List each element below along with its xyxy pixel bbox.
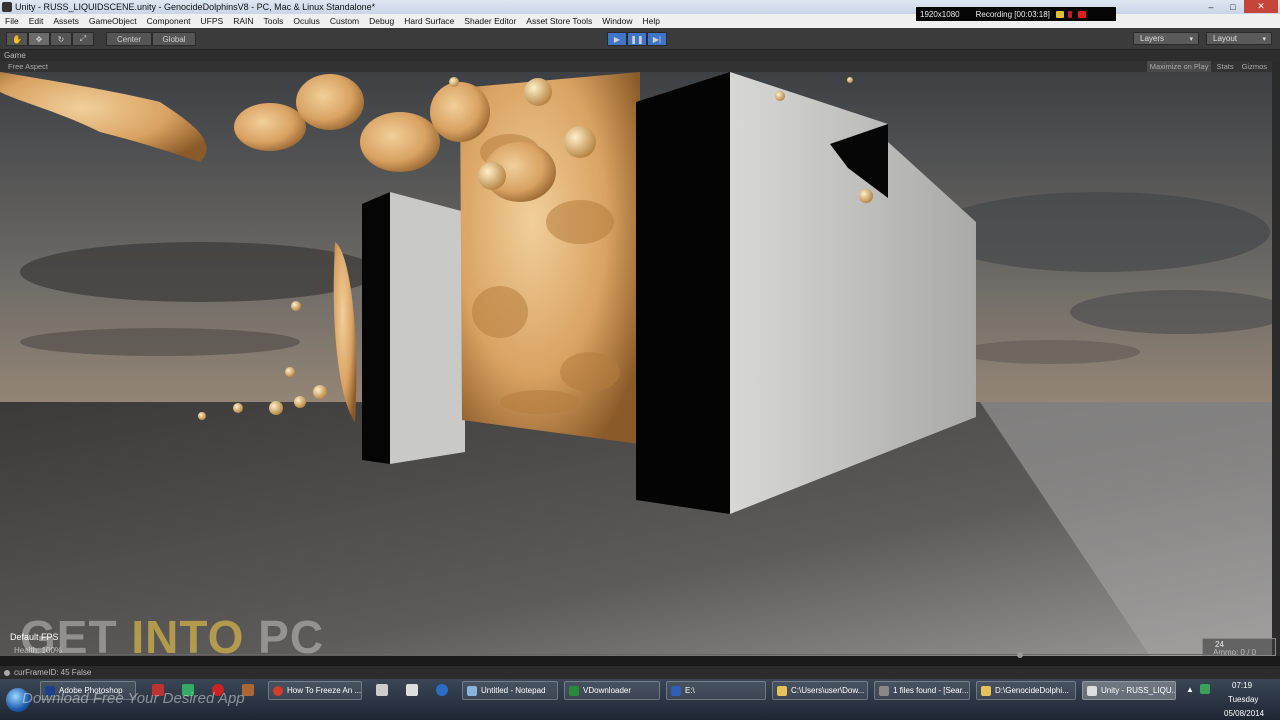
maximize-on-play-toggle[interactable]: Maximize on Play (1146, 61, 1212, 72)
taskbar-button-unity[interactable]: Unity - RUSS_LIQU... (1082, 681, 1176, 700)
move-tool-icon[interactable]: ✥ (28, 32, 50, 46)
taskbar-button-explorer-genocide[interactable]: D:\GenocideDolphi... (976, 681, 1076, 700)
chevron-down-icon: ▾ (1262, 35, 1266, 43)
menu-tools[interactable]: Tools (259, 16, 289, 26)
system-tray: ▲ 07:19 Tuesday 05/08/2014 (1180, 679, 1280, 720)
chrome-icon (273, 685, 283, 696)
notepad-icon (467, 685, 477, 696)
status-bar: curFrameID: 45 False (0, 666, 1280, 679)
game-tab-strip: Game (0, 50, 1280, 61)
recorder-status: Recording [00:03:18] (975, 9, 1050, 19)
taskbar-button-search[interactable]: 1 files found - [Sear... (874, 681, 970, 700)
tab-game[interactable]: Game (4, 51, 26, 60)
show-hidden-icons-icon[interactable]: ▲ (1186, 685, 1194, 694)
window-title: Unity - RUSS_LIQUIDSCENE.unity - Genocid… (15, 2, 376, 12)
layers-dropdown[interactable]: Layers ▾ (1133, 32, 1199, 45)
watermark-tagline: Download Free Your Desired App (22, 690, 245, 707)
menu-shader-editor[interactable]: Shader Editor (459, 16, 521, 26)
search-icon (879, 685, 889, 696)
step-icon[interactable]: ▶| (647, 32, 667, 46)
game-viewport[interactable] (0, 72, 1272, 656)
rotate-tool-icon[interactable]: ↻ (50, 32, 72, 46)
chevron-down-icon: ▾ (1189, 35, 1193, 43)
play-controls: ▶ ❚❚ ▶| (607, 32, 667, 46)
game-scene (0, 72, 1272, 656)
taskbar-button-vdownloader[interactable]: VDownloader (564, 681, 660, 700)
window-controls: – □ ✕ (1200, 0, 1278, 14)
menu-edit[interactable]: Edit (24, 16, 49, 26)
game-view-options: Free Aspect Maximize on Play Stats Gizmo… (0, 61, 1280, 72)
layout-label: Layout (1213, 34, 1238, 43)
vdownloader-icon (569, 685, 579, 696)
clock-date[interactable]: 05/08/2014 (1224, 709, 1264, 718)
menu-asset-store-tools[interactable]: Asset Store Tools (521, 16, 597, 26)
camera-icon[interactable] (1055, 10, 1064, 18)
unity-icon (2, 2, 12, 12)
status-message[interactable]: curFrameID: 45 False (14, 668, 91, 677)
menu-gameobject[interactable]: GameObject (84, 16, 142, 26)
pivot-global-button[interactable]: Global (152, 32, 196, 46)
stats-toggle[interactable]: Stats (1213, 61, 1236, 72)
folder-icon (981, 685, 991, 696)
game-view-scrollbar[interactable] (1272, 61, 1280, 656)
aspect-dropdown[interactable]: Free Aspect (8, 62, 48, 71)
pivot-tools: Center Global (106, 32, 196, 46)
taskbar-button-explorer-downloads[interactable]: C:\Users\user\Dow... (772, 681, 868, 700)
play-icon[interactable]: ▶ (607, 32, 627, 46)
menu-hard-surface[interactable]: Hard Surface (399, 16, 459, 26)
taskbar-button-chrome[interactable]: How To Freeze An ... (268, 681, 362, 700)
pivot-center-button[interactable]: Center (106, 32, 152, 46)
layout-dropdown[interactable]: Layout ▾ (1206, 32, 1272, 45)
menu-oculus[interactable]: Oculus (288, 16, 324, 26)
clock-day[interactable]: Tuesday (1228, 695, 1258, 704)
watermark-logo: GET INTO PC (20, 611, 325, 663)
info-icon (4, 669, 10, 676)
menu-assets[interactable]: Assets (48, 16, 84, 26)
menu-debug[interactable]: Debug (364, 16, 399, 26)
drive-icon (671, 685, 681, 696)
clock-time[interactable]: 07:19 (1232, 681, 1252, 690)
tray-app-icon[interactable] (1200, 684, 1210, 694)
menu-window[interactable]: Window (597, 16, 637, 26)
gizmos-dropdown[interactable]: Gizmos (1239, 61, 1270, 72)
pause-icon[interactable]: ❚❚ (627, 32, 647, 46)
main-toolbar: ✋ ✥ ↻ ⤢ Center Global ▶ ❚❚ ▶| Layers ▾ L… (0, 28, 1280, 50)
recorder-resolution: 1920x1080 (920, 9, 960, 19)
menu-component[interactable]: Component (142, 16, 196, 26)
recorder-overlay: 1920x1080 Recording [00:03:18] (916, 7, 1116, 21)
hand-tool-icon[interactable]: ✋ (6, 32, 28, 46)
app-icon[interactable] (376, 684, 388, 696)
menu-custom[interactable]: Custom (325, 16, 364, 26)
app-icon[interactable] (406, 684, 418, 696)
unity-icon (1087, 685, 1097, 696)
transform-tools: ✋ ✥ ↻ ⤢ (6, 32, 94, 46)
menu-rain[interactable]: RAIN (228, 16, 258, 26)
layers-label: Layers (1140, 34, 1165, 43)
timeline-handle[interactable] (1017, 652, 1023, 658)
minimize-button[interactable]: – (1200, 0, 1222, 13)
scale-tool-icon[interactable]: ⤢ (72, 32, 94, 46)
folder-icon (777, 685, 787, 696)
close-button[interactable]: ✕ (1244, 0, 1278, 13)
menu-file[interactable]: File (0, 16, 24, 26)
menu-help[interactable]: Help (638, 16, 665, 26)
app-icon[interactable] (436, 684, 448, 696)
maximize-button[interactable]: □ (1222, 0, 1244, 13)
pause-record-icon[interactable] (1067, 10, 1072, 18)
taskbar-button-notepad[interactable]: Untitled - Notepad (462, 681, 558, 700)
stop-record-icon[interactable] (1077, 10, 1086, 18)
taskbar-button-drive-e[interactable]: E:\ (666, 681, 766, 700)
menu-ufps[interactable]: UFPS (196, 16, 229, 26)
